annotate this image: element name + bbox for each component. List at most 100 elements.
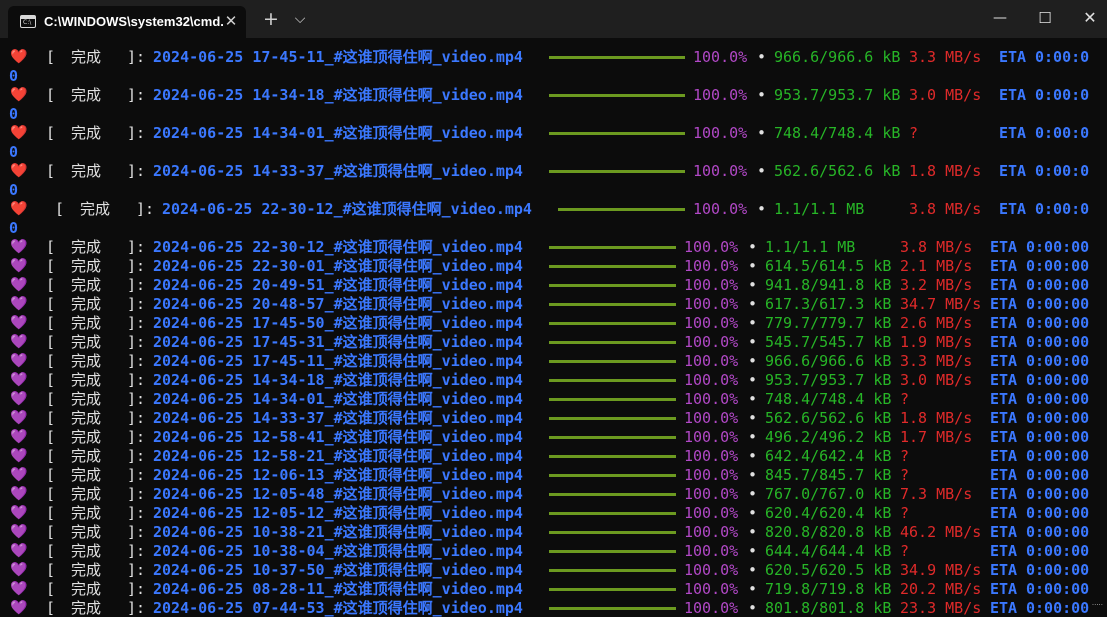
close-bracket: ]: (127, 276, 146, 294)
maximize-button[interactable]: ☐ (1022, 0, 1068, 38)
open-bracket: [ (46, 257, 56, 275)
open-bracket: [ (46, 447, 56, 465)
progress-line: ❤️ [完成]: 2024-06-25 14-34-01_#这谁顶得住啊_video… (0, 124, 1107, 143)
progress-bar (549, 341, 676, 344)
percent-complete: 100.0% (684, 523, 739, 541)
open-bracket: [ (46, 390, 56, 408)
transfer-size: 642.4/642.4 kB (765, 447, 892, 465)
open-bracket: [ (46, 523, 56, 541)
file-name: 2024-06-25 20-49-51_#这谁顶得住啊_video.mp4 (153, 276, 523, 294)
percent-complete: 100.0% (684, 238, 739, 256)
progress-bar (558, 208, 685, 211)
percent-complete: 100.0% (684, 466, 739, 484)
file-name: 2024-06-25 10-38-04_#这谁顶得住啊_video.mp4 (153, 542, 523, 560)
eta-value: 0:00:0 (1035, 48, 1090, 66)
eta-value: 0:00:00 (1026, 314, 1090, 332)
separator-dot: • (748, 580, 758, 598)
transfer-speed: 3.2 MB/s (900, 276, 973, 294)
eta-value: 0:00:00 (1026, 466, 1090, 484)
progress-line: 💜 [完成]: 2024-06-25 10-37-50_#这谁顶得住啊_video.… (0, 561, 1107, 580)
close-bracket: ]: (127, 428, 146, 446)
open-bracket: [ (46, 542, 56, 560)
progress-bar (549, 265, 676, 268)
separator-dot: • (748, 485, 758, 503)
purple-heart-icon: 💜 (10, 429, 28, 445)
purple-heart-icon: 💜 (10, 410, 28, 426)
minimize-button[interactable]: — (977, 0, 1023, 38)
eta-label: ETA (990, 409, 1018, 427)
percent-complete: 100.0% (684, 371, 739, 389)
percent-complete: 100.0% (693, 124, 748, 142)
status-text: 完成 (71, 238, 102, 256)
percent-complete: 100.0% (684, 295, 739, 313)
terminal-output[interactable]: ❤️ [完成]: 2024-06-25 17-45-11_#这谁顶得住啊_video… (0, 38, 1107, 617)
progress-bar (549, 493, 676, 496)
transfer-speed: 46.2 MB/s (900, 523, 982, 541)
file-name: 2024-06-25 14-34-01_#这谁顶得住啊_video.mp4 (153, 390, 523, 408)
progress-bar (549, 170, 685, 173)
open-bracket: [ (46, 485, 56, 503)
transfer-speed: 3.0 MB/s (909, 86, 982, 104)
status-text: 完成 (71, 542, 102, 560)
terminal-tab[interactable]: C:\ C:\WINDOWS\system32\cmd. ✕ (8, 6, 246, 38)
new-tab-button[interactable]: + (258, 6, 284, 32)
red-heart-icon: ❤️ (10, 163, 28, 179)
transfer-size: 562.6/562.6 kB (774, 162, 901, 180)
eta-label: ETA (999, 124, 1027, 142)
eta-value: 0:00:0 (1035, 162, 1090, 180)
progress-line: 💜 [完成]: 2024-06-25 20-48-57_#这谁顶得住啊_video.… (0, 295, 1107, 314)
eta-label: ETA (999, 86, 1027, 104)
transfer-size: 545.7/545.7 kB (765, 333, 892, 351)
progress-line: 💜 [完成]: 2024-06-25 14-34-18_#这谁顶得住啊_video.… (0, 371, 1107, 390)
transfer-size: 620.4/620.4 kB (765, 504, 892, 522)
close-bracket: ]: (127, 390, 146, 408)
eta-value: 0:00:00 (1026, 485, 1090, 503)
file-name: 2024-06-25 12-58-41_#这谁顶得住啊_video.mp4 (153, 428, 523, 446)
file-name: 2024-06-25 12-06-13_#这谁顶得住啊_video.mp4 (153, 466, 523, 484)
open-bracket: [ (46, 504, 56, 522)
transfer-size: 966.6/966.6 kB (765, 352, 892, 370)
status-text: 完成 (71, 333, 102, 351)
percent-complete: 100.0% (693, 86, 748, 104)
separator-dot: • (748, 390, 758, 408)
status-text: 完成 (71, 371, 102, 389)
progress-bar (549, 474, 676, 477)
percent-complete: 100.0% (684, 504, 739, 522)
purple-heart-icon: 💜 (10, 467, 28, 483)
close-bracket: ]: (127, 257, 146, 275)
eta-label: ETA (990, 333, 1018, 351)
eta-label: ETA (999, 162, 1027, 180)
window-close-button[interactable]: ✕ (1067, 0, 1107, 38)
progress-bar (549, 531, 676, 534)
progress-line: 💜 [完成]: 2024-06-25 17-45-50_#这谁顶得住啊_video.… (0, 314, 1107, 333)
percent-complete: 100.0% (684, 409, 739, 427)
dropdown-chevron-icon[interactable]: ⌵ (288, 6, 312, 32)
transfer-speed: 2.6 MB/s (900, 314, 973, 332)
progress-line: ❤️ [完成]: 2024-06-25 17-45-11_#这谁顶得住啊_video… (0, 48, 1107, 67)
file-name: 2024-06-25 10-38-21_#这谁顶得住啊_video.mp4 (153, 523, 523, 541)
percent-complete: 100.0% (684, 561, 739, 579)
close-bracket: ]: (127, 48, 146, 66)
separator-dot: • (748, 352, 758, 370)
status-text: 完成 (71, 162, 102, 180)
open-bracket: [ (55, 200, 65, 218)
tab-close-icon[interactable]: ✕ (219, 9, 243, 33)
progress-bar (549, 607, 676, 610)
close-bracket: ]: (127, 561, 146, 579)
transfer-size: 562.6/562.6 kB (765, 409, 892, 427)
open-bracket: [ (46, 428, 56, 446)
close-bracket: ]: (127, 447, 146, 465)
eta-label: ETA (990, 523, 1018, 541)
separator-dot: • (748, 504, 758, 522)
close-bracket: ]: (127, 523, 146, 541)
open-bracket: [ (46, 276, 56, 294)
progress-line: 💜 [完成]: 2024-06-25 12-58-21_#这谁顶得住啊_video.… (0, 447, 1107, 466)
status-text: 完成 (71, 599, 102, 617)
status-text: 完成 (80, 200, 111, 218)
transfer-speed: 23.3 MB/s (900, 599, 982, 617)
progress-bar (549, 436, 676, 439)
progress-bar (549, 56, 685, 59)
eta-label: ETA (990, 276, 1018, 294)
eta-label: ETA (990, 599, 1018, 617)
transfer-size: 941.8/941.8 kB (765, 276, 892, 294)
